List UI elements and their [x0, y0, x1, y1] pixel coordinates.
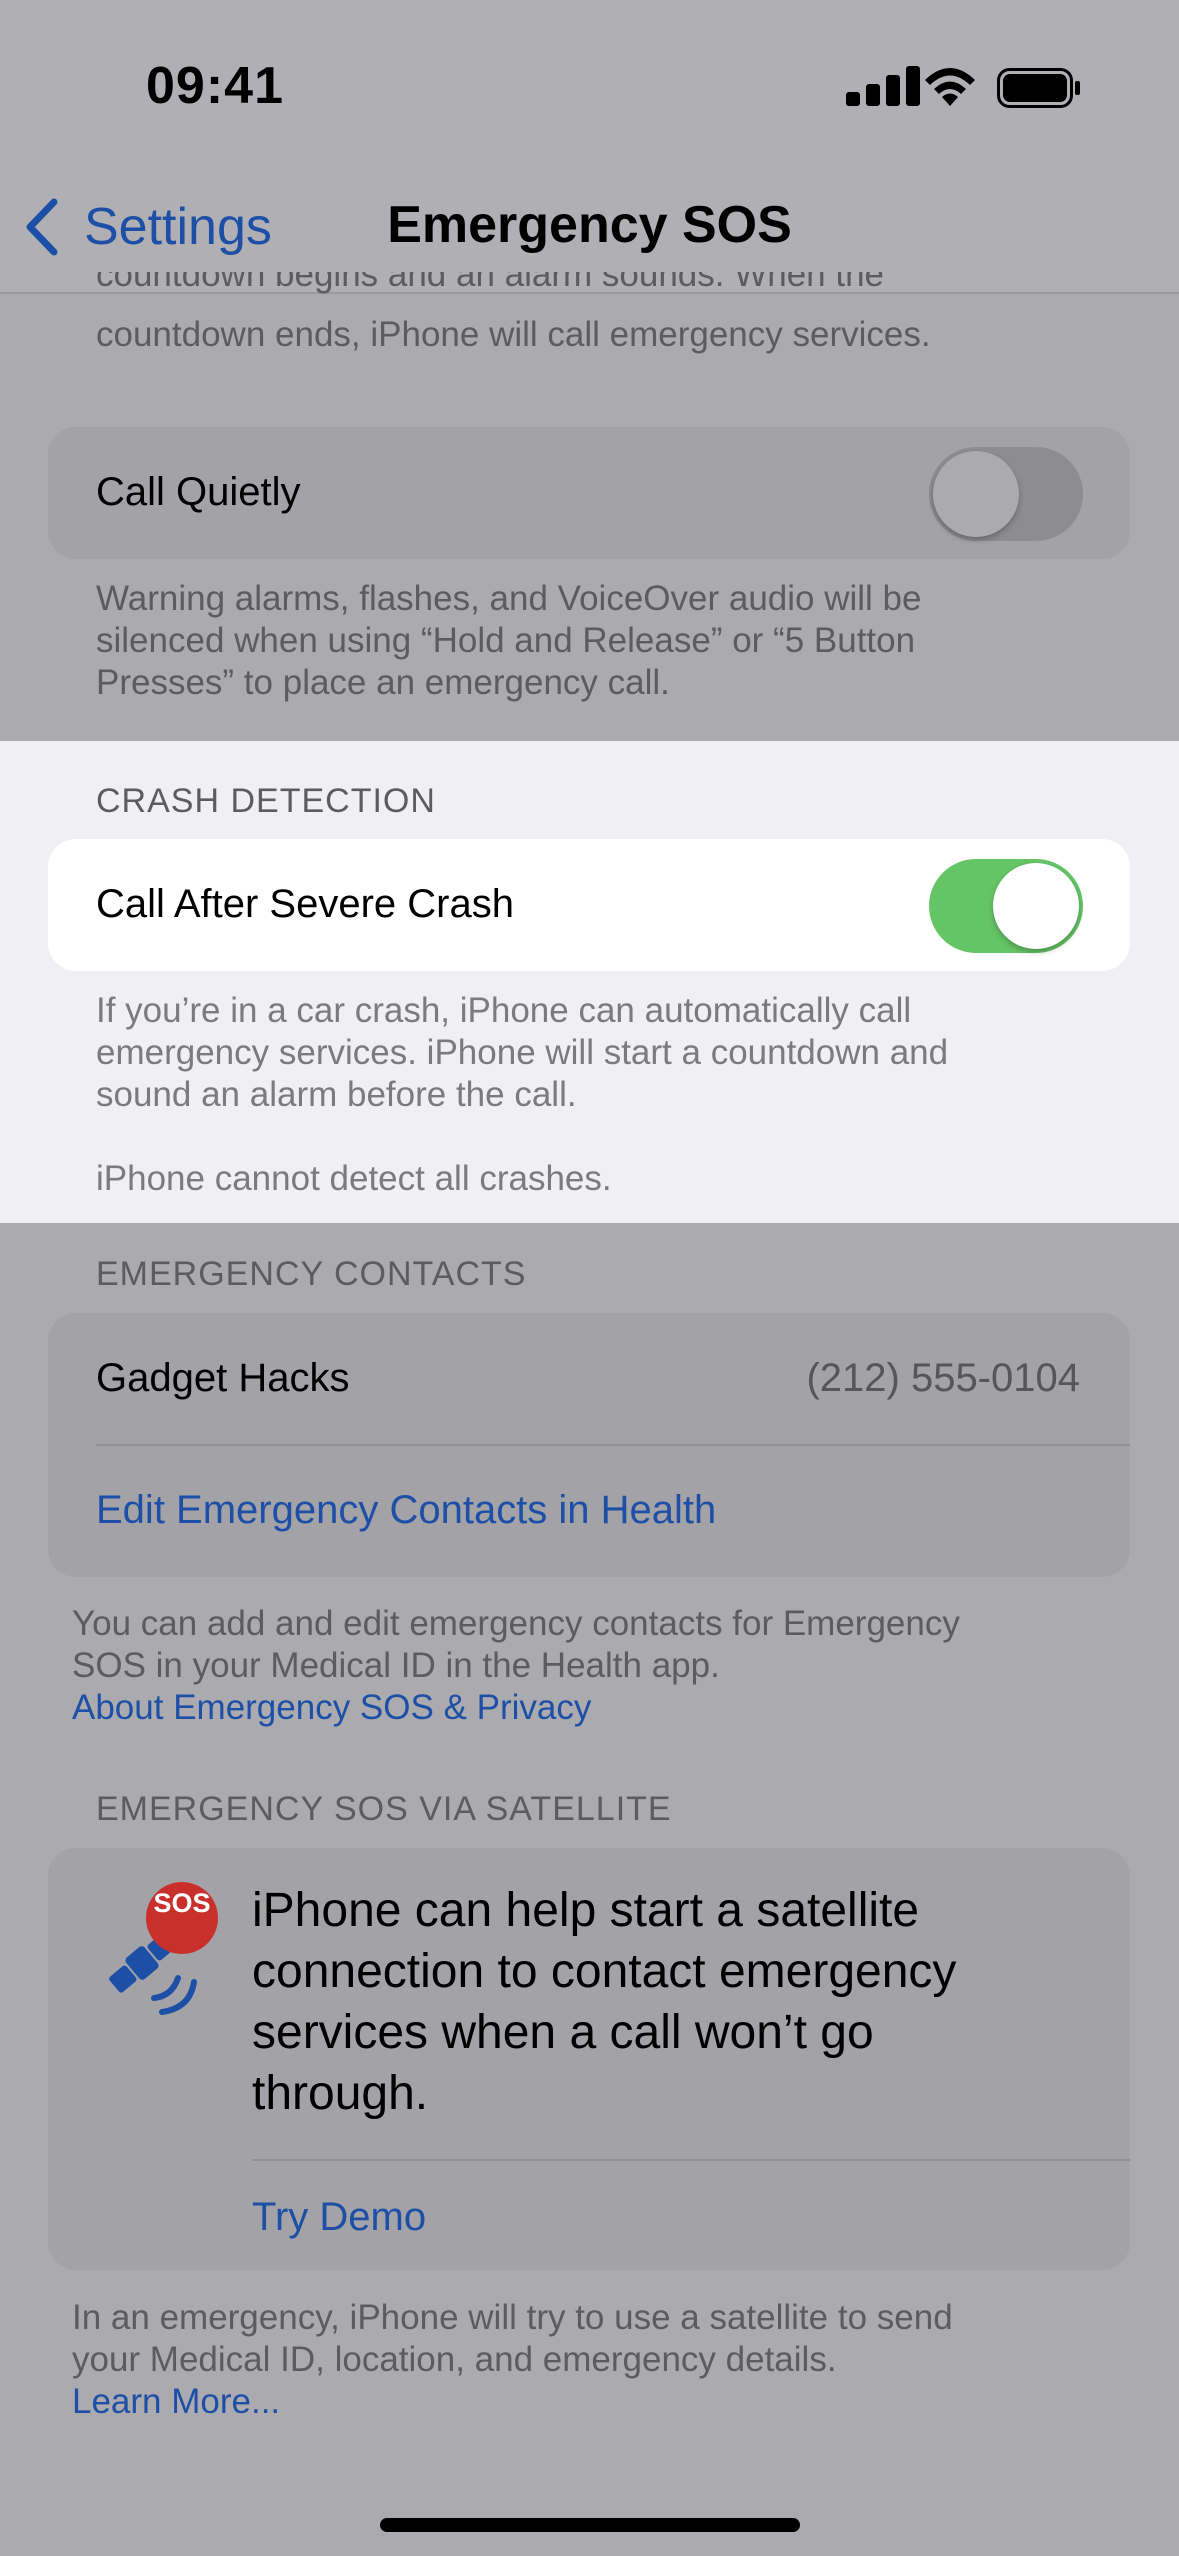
home-indicator[interactable] — [380, 2518, 800, 2532]
emergency-contacts-header: EMERGENCY CONTACTS — [96, 1255, 527, 1293]
satellite-header: EMERGENCY SOS VIA SATELLITE — [96, 1790, 672, 1828]
crash-detection-footer: If you’re in a car crash, iPhone can aut… — [96, 991, 949, 1114]
sos-countdown-footer: countdown ends, iPhone will call emergen… — [96, 315, 931, 354]
page-title: Emergency SOS — [387, 196, 792, 254]
call-after-severe-crash-toggle[interactable] — [929, 859, 1083, 953]
divider — [96, 1444, 1130, 1446]
emergency-contacts-footer: You can add and edit emergency contacts … — [72, 1604, 960, 1729]
contact-phone: (212) 555-0104 — [806, 1356, 1080, 1400]
crash-detection-note: iPhone cannot detect all crashes. — [96, 1159, 612, 1198]
call-after-severe-crash-label: Call After Severe Crash — [96, 882, 514, 926]
sos-badge: SOS — [153, 1888, 211, 1918]
learn-more-link[interactable]: Learn More... — [72, 2381, 953, 2423]
wifi-icon — [925, 68, 975, 106]
sos-countdown-footer-partial: countdown begins and an alarm sounds. Wh… — [96, 272, 885, 294]
crash-detection-header: CRASH DETECTION — [96, 782, 436, 820]
contact-name[interactable]: Gadget Hacks — [96, 1356, 349, 1401]
divider — [252, 2159, 1130, 2161]
call-quietly-toggle[interactable] — [929, 447, 1083, 541]
try-demo-button[interactable]: Try Demo — [252, 2195, 426, 2240]
satellite-description: iPhone can help start a satellite connec… — [252, 1884, 957, 2120]
call-quietly-label: Call Quietly — [96, 470, 301, 514]
edit-emergency-contacts-link[interactable]: Edit Emergency Contacts in Health — [96, 1488, 716, 1533]
status-time: 09:41 — [146, 57, 284, 115]
satellite-footer: In an emergency, iPhone will try to use … — [72, 2298, 953, 2423]
battery-icon — [997, 68, 1080, 108]
about-sos-privacy-link[interactable]: About Emergency SOS & Privacy — [72, 1687, 960, 1729]
call-quietly-footer: Warning alarms, flashes, and VoiceOver a… — [96, 579, 922, 702]
